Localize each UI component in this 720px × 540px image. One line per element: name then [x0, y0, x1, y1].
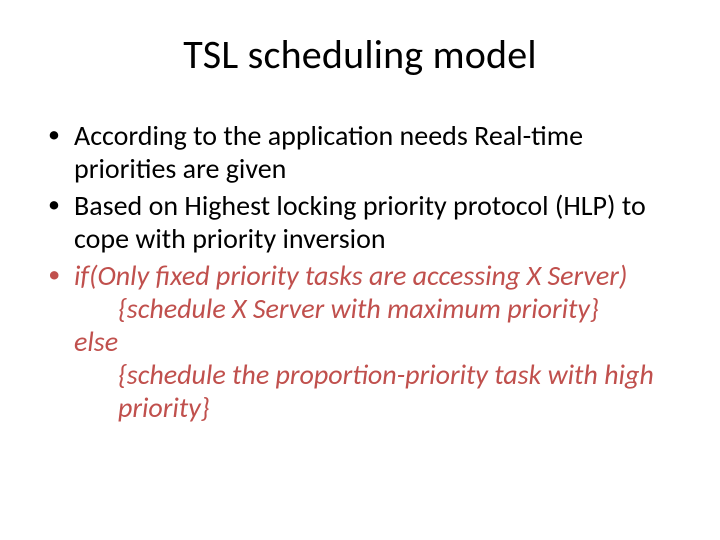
code-line-then: {schedule X Server with maximum priority…: [74, 292, 682, 325]
code-line-if: if(Only fixed priority tasks are accessi…: [74, 259, 682, 292]
bullet-3-code: if(Only fixed priority tasks are accessi…: [48, 259, 682, 424]
bullet-1-text: According to the application needs Real-…: [74, 118, 583, 186]
bullet-1: According to the application needs Real-…: [48, 119, 682, 185]
slide: TSL scheduling model According to the ap…: [0, 0, 720, 540]
bullet-list: According to the application needs Real-…: [38, 119, 682, 424]
bullet-2: Based on Highest locking priority protoc…: [48, 189, 682, 255]
slide-title: TSL scheduling model: [38, 30, 682, 79]
bullet-2-text: Based on Highest locking priority protoc…: [74, 188, 646, 256]
code-line-else: else: [74, 325, 682, 358]
code-line-elsebody: {schedule the proportion-priority task w…: [74, 358, 682, 424]
